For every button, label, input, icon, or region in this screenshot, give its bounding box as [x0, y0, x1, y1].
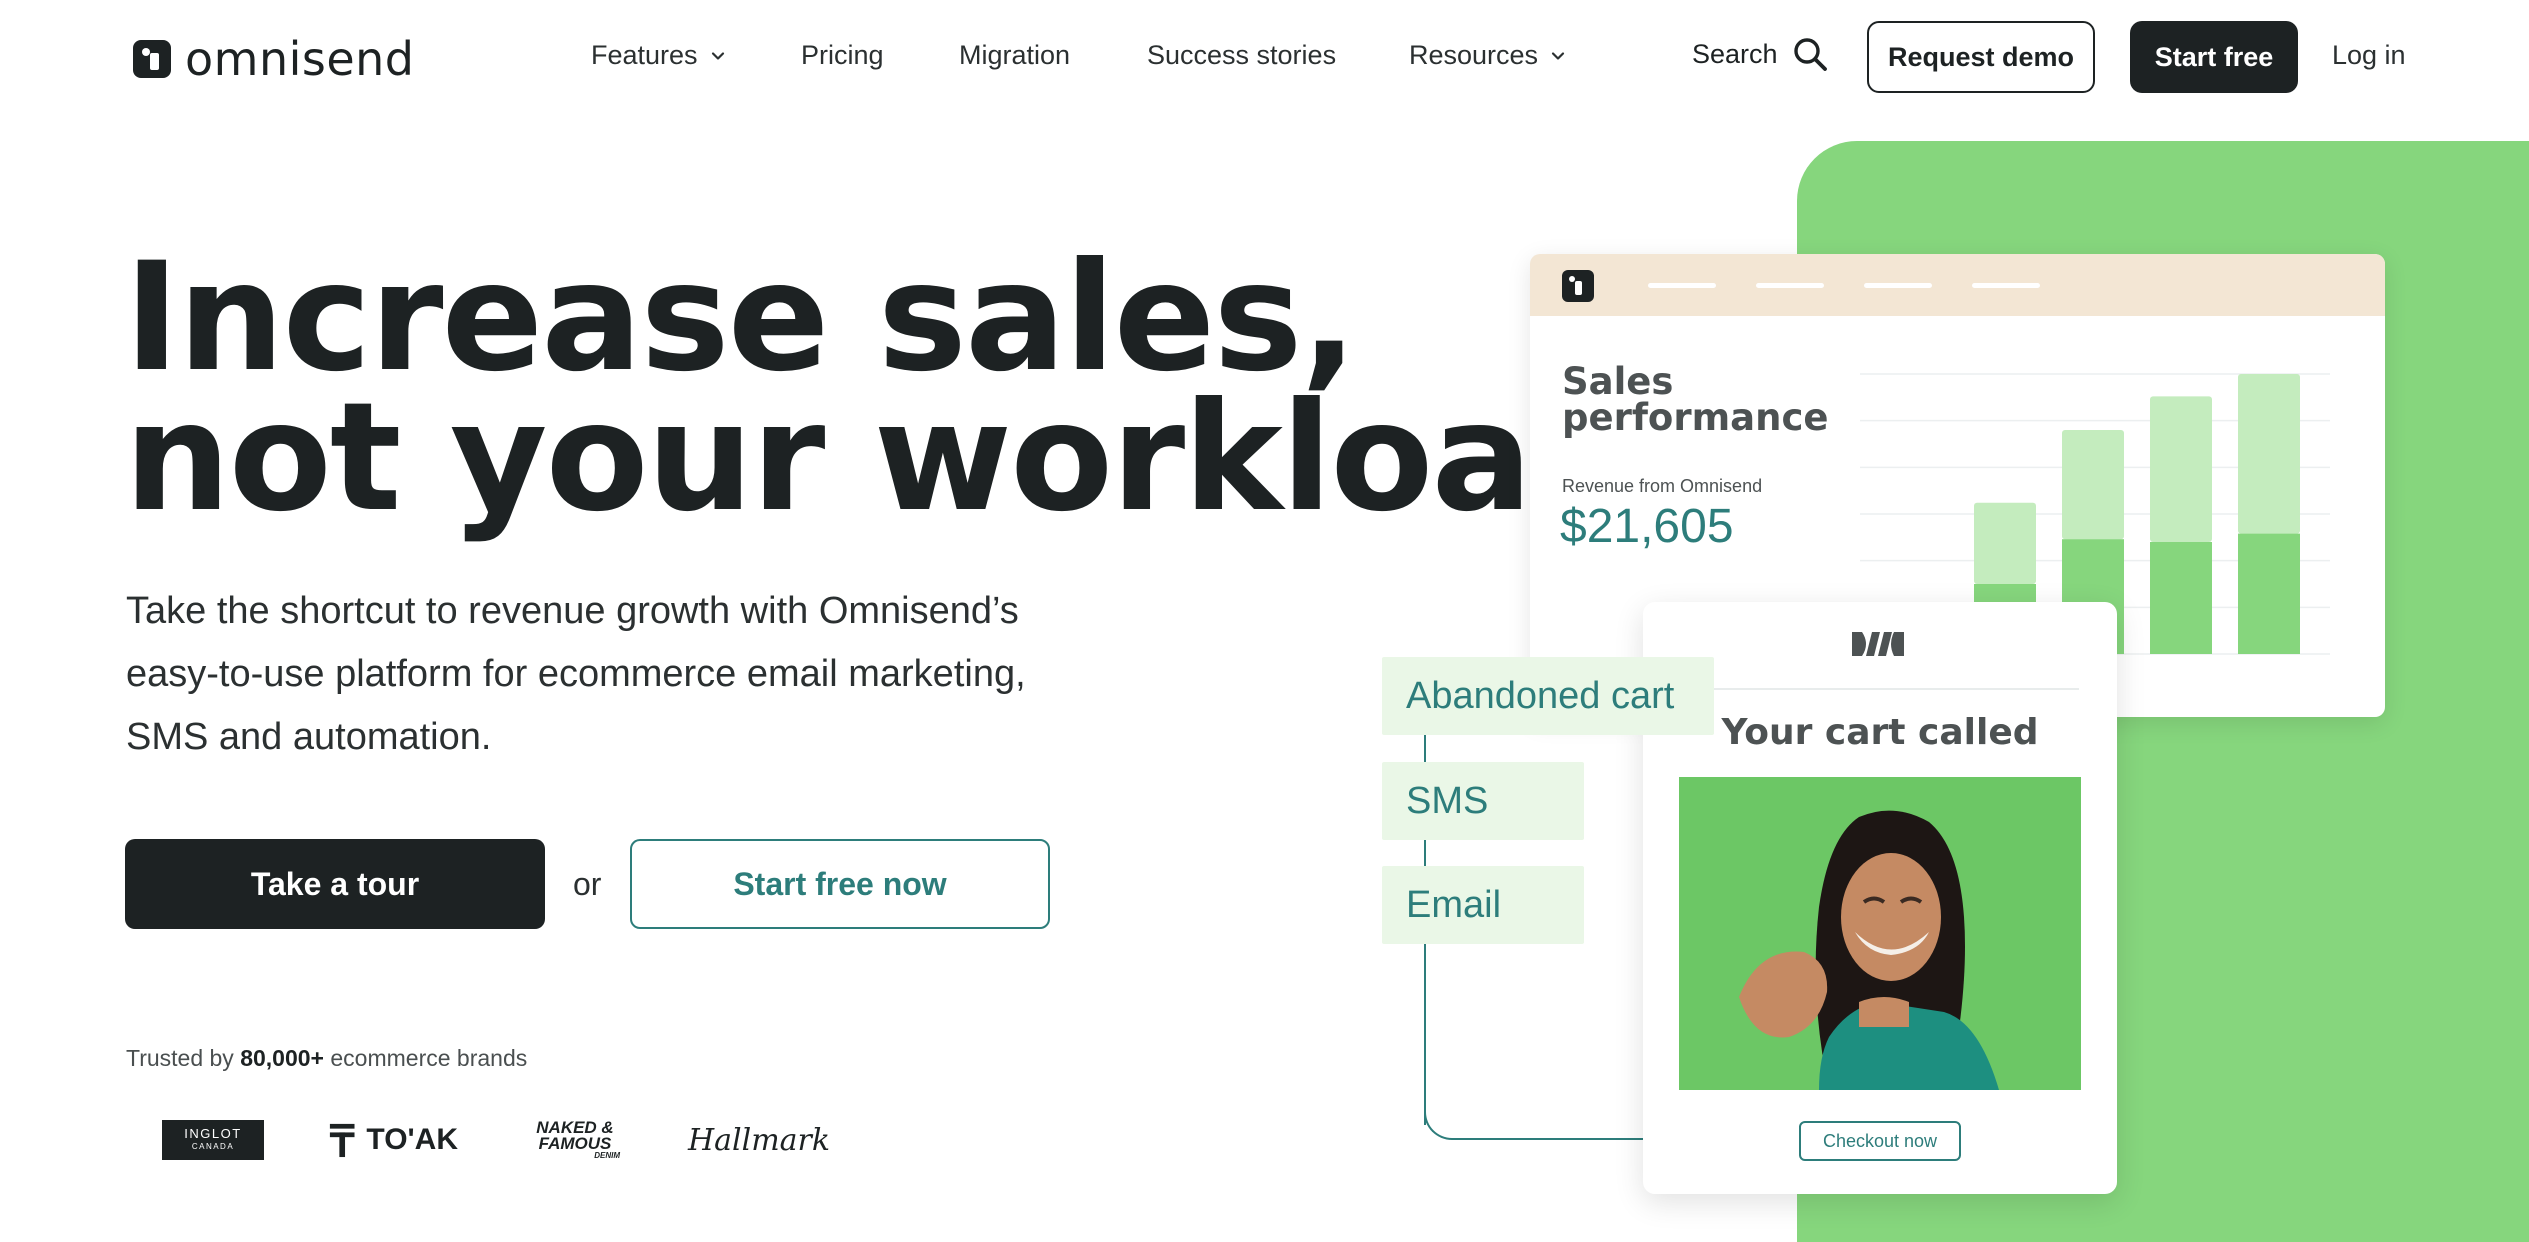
nav-migration-label: Migration	[959, 40, 1071, 70]
dashboard-title: Sales performance	[1562, 360, 1829, 439]
dashboard-tab-placeholder	[1972, 283, 2040, 288]
request-demo-button[interactable]: Request demo	[1867, 21, 2095, 93]
search-button[interactable]: Search	[1692, 36, 1828, 72]
naked-famous-logo: NAKED & FAMOUS DENIM	[530, 1115, 620, 1165]
search-label: Search	[1692, 38, 1778, 69]
revenue-value: $21,605	[1560, 500, 1734, 553]
checkout-now-button[interactable]: Checkout now	[1799, 1121, 1961, 1161]
dashboard-header	[1530, 254, 2385, 316]
login-link[interactable]: Log in	[2332, 40, 2406, 71]
chart-bar-upper	[2150, 396, 2212, 542]
nav-features[interactable]: Features	[591, 40, 726, 71]
revenue-label: Revenue from Omnisend	[1562, 476, 1763, 496]
nav-resources[interactable]: Resources	[1409, 40, 1566, 71]
start-free-button[interactable]: Start free	[2130, 21, 2298, 93]
chart-bar-upper	[2062, 430, 2124, 540]
top-nav: omnisend Features Pricing Migration Succ…	[0, 0, 2529, 115]
start-free-now-button[interactable]: Start free now	[630, 839, 1050, 929]
toak-logo: TO'AK	[328, 1115, 458, 1165]
search-icon	[1793, 38, 1827, 71]
chevron-down-icon	[711, 51, 724, 60]
email-preview-card: Your cart called Checkout now	[1643, 602, 2117, 1194]
hallmark-text: Hallmark	[687, 1122, 831, 1158]
flow-connector-curve	[1424, 1090, 1470, 1140]
hero-headline: Increase sales, not your workload	[124, 231, 1638, 545]
sms-tag: SMS	[1382, 762, 1584, 840]
trusted-prefix: Trusted by	[126, 1045, 241, 1071]
brand-mark-icon	[1852, 632, 1904, 656]
trusted-suffix: ecommerce brands	[323, 1045, 528, 1071]
email-tag: Email	[1382, 866, 1584, 944]
toak-mark-icon	[329, 1123, 355, 1158]
nav-features-label: Features	[591, 40, 698, 70]
take-tour-button[interactable]: Take a tour	[125, 839, 545, 929]
naked-line-3: DENIM	[594, 1151, 620, 1160]
headline-line-1: Increase sales,	[124, 231, 1358, 405]
nav-success-stories-label: Success stories	[1147, 40, 1337, 70]
trusted-by-text: Trusted by 80,000+ ecommerce brands	[126, 1045, 527, 1072]
nav-pricing-label: Pricing	[801, 40, 884, 70]
nav-resources-label: Resources	[1409, 40, 1539, 70]
omnisend-mini-logo-icon	[1562, 270, 1594, 302]
inglot-region: CANADA	[191, 1142, 235, 1151]
inglot-name: INGLOT	[184, 1126, 242, 1141]
chart-bar-lower	[2150, 542, 2212, 654]
chart-bar-upper	[2238, 374, 2300, 534]
hallmark-logo: Hallmark	[688, 1115, 830, 1165]
product-photo-woman	[1679, 777, 2081, 1090]
headline-line-2: not your workload	[124, 371, 1638, 545]
nav-pricing[interactable]: Pricing	[801, 40, 884, 71]
inglot-logo: INGLOT CANADA	[162, 1120, 264, 1160]
trusted-count: 80,000+	[240, 1045, 324, 1071]
logo-text: omnisend	[185, 32, 415, 86]
omnisend-logo[interactable]: omnisend	[133, 32, 415, 86]
email-divider	[1681, 688, 2079, 690]
chart-bar-upper	[1974, 502, 2036, 584]
nav-success-stories[interactable]: Success stories	[1147, 40, 1336, 71]
nav-migration[interactable]: Migration	[959, 40, 1070, 71]
toak-text: TO'AK	[366, 1123, 458, 1156]
chevron-down-icon	[1551, 51, 1565, 60]
naked-line-2: FAMOUS	[538, 1134, 612, 1153]
hero-subtext: Take the shortcut to revenue growth with…	[126, 590, 1026, 758]
omnisend-logo-icon	[133, 40, 171, 78]
dashboard-tab-placeholder	[1864, 283, 1932, 288]
dashboard-tab-placeholder	[1648, 283, 1716, 288]
dashboard-tab-placeholder	[1756, 283, 1824, 288]
abandoned-cart-tag: Abandoned cart	[1382, 657, 1714, 735]
email-title: Your cart called	[1721, 712, 2039, 753]
chart-bar-lower	[2238, 533, 2300, 654]
or-separator: or	[573, 866, 602, 902]
